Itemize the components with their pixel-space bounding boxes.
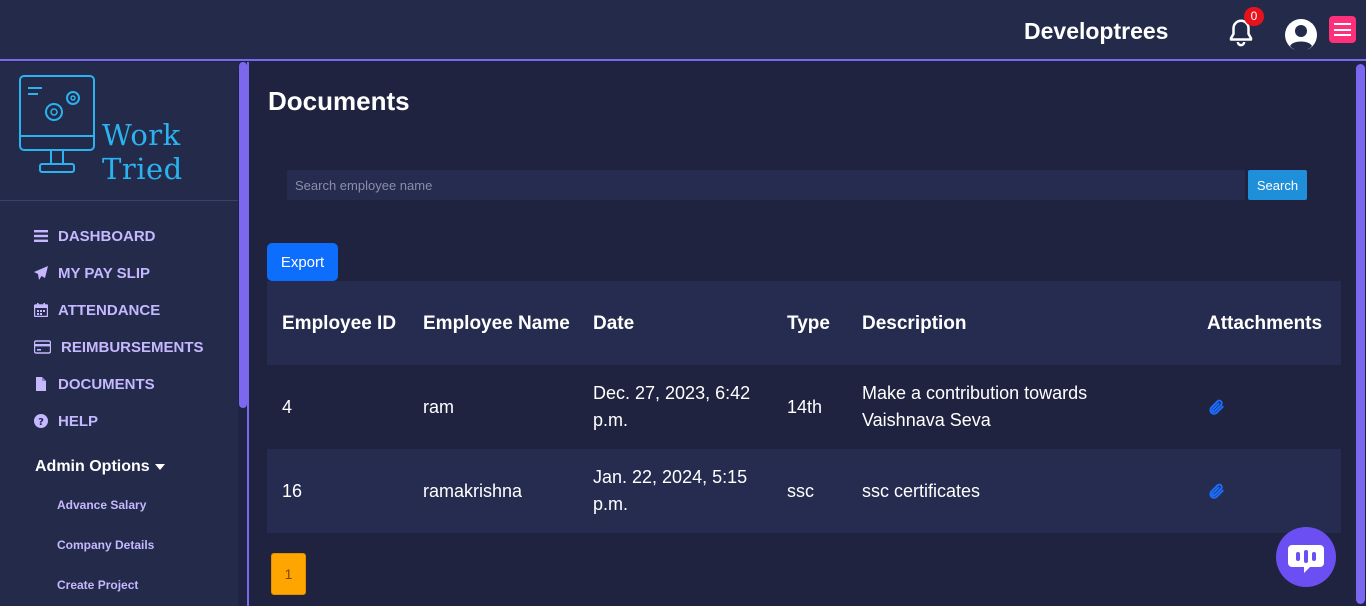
pagination-page-1[interactable]: 1 — [271, 553, 306, 595]
sidebar-border — [247, 62, 249, 606]
cell-employee-id: 4 — [282, 396, 293, 417]
sidebar-item-attendance[interactable]: ATTENDANCE — [34, 299, 160, 321]
svg-text:?: ? — [38, 417, 44, 428]
search-input[interactable] — [287, 170, 1245, 200]
search-button[interactable]: Search — [1248, 170, 1307, 200]
file-icon — [36, 377, 46, 391]
sidebar-item-label: DOCUMENTS — [58, 375, 155, 393]
user-avatar-icon[interactable] — [1284, 18, 1318, 52]
sidebar-item-reimbursements[interactable]: REIMBURSEMENTS — [34, 336, 204, 358]
monitor-gear-logo-icon — [19, 75, 95, 173]
cell-attachments — [1207, 365, 1341, 449]
notification-badge: 0 — [1244, 7, 1264, 26]
bars-icon — [34, 230, 48, 242]
main-scrollbar-thumb[interactable] — [1356, 64, 1365, 604]
paper-plane-icon — [34, 266, 48, 280]
sidebar-divider — [0, 200, 238, 201]
sidebar-item-documents[interactable]: DOCUMENTS — [34, 373, 155, 395]
sidebar: Work Tried DASHBOARD MY PAY SLIP ATTENDA… — [0, 62, 238, 606]
column-header-employee-id: Employee ID — [282, 312, 397, 334]
export-button[interactable]: Export — [267, 243, 338, 281]
chat-widget-button[interactable] — [1276, 527, 1336, 587]
chat-bubble-icon — [1288, 545, 1324, 573]
cell-date: Dec. 27, 2023, 6:42 p.m. — [593, 383, 751, 430]
company-logo[interactable]: Work Tried — [16, 74, 221, 186]
admin-options-toggle[interactable]: Admin Options — [35, 458, 165, 476]
logo-text: Work Tried — [102, 118, 183, 186]
cell-attachments — [1207, 449, 1341, 533]
sidebar-item-dashboard[interactable]: DASHBOARD — [34, 225, 156, 247]
cell-date: Jan. 22, 2024, 5:15 p.m. — [593, 467, 748, 514]
sidebar-item-label: REIMBURSEMENTS — [61, 338, 204, 356]
column-header-type: Type — [787, 312, 830, 334]
column-header-attachments: Attachments — [1207, 312, 1323, 334]
question-circle-icon: ? — [34, 414, 48, 428]
credit-card-icon — [34, 340, 51, 354]
cell-employee-id: 16 — [282, 480, 303, 501]
documents-table: Employee ID Employee Name Date Type Desc… — [267, 281, 1341, 533]
page-title: Documents — [268, 86, 410, 116]
calendar-icon — [34, 303, 48, 317]
column-header-employee-name: Employee Name — [423, 312, 570, 334]
caret-down-icon — [154, 464, 165, 470]
cell-type: ssc — [787, 480, 814, 501]
admin-options-label: Admin Options — [35, 458, 150, 475]
admin-item-company-details[interactable]: Company Details — [57, 538, 154, 552]
cell-type: 14th — [787, 396, 823, 417]
table-header: Employee ID Employee Name Date Type Desc… — [267, 281, 1341, 365]
sidebar-item-my-pay-slip[interactable]: MY PAY SLIP — [34, 262, 150, 284]
company-name: Developtrees — [1024, 18, 1169, 44]
top-navbar: Developtrees 0 — [0, 0, 1366, 61]
cell-employee-name: ramakrishna — [423, 480, 523, 501]
sidebar-item-label: MY PAY SLIP — [58, 264, 150, 282]
column-header-date: Date — [593, 312, 635, 334]
sidebar-item-help[interactable]: ? HELP — [34, 410, 98, 432]
admin-item-advance-salary[interactable]: Advance Salary — [57, 498, 146, 512]
paperclip-icon[interactable] — [1207, 398, 1225, 416]
menu-toggle-button[interactable] — [1329, 16, 1356, 43]
sidebar-item-label: HELP — [58, 412, 99, 430]
cell-description: ssc certificates — [862, 480, 981, 501]
sidebar-item-label: DASHBOARD — [58, 227, 156, 245]
paperclip-icon[interactable] — [1207, 482, 1225, 500]
table-row: 4 ram Dec. 27, 2023, 6:42 p.m. 14th Make… — [267, 365, 1341, 449]
sidebar-item-label: ATTENDANCE — [58, 301, 161, 319]
cell-description: Make a contribution towards Vaishnava Se… — [862, 383, 1088, 430]
cell-employee-name: ram — [423, 396, 454, 417]
admin-item-create-project[interactable]: Create Project — [57, 578, 138, 592]
sidebar-scrollbar-thumb[interactable] — [239, 62, 247, 408]
table-row: 16 ramakrishna Jan. 22, 2024, 5:15 p.m. … — [267, 449, 1341, 533]
column-header-description: Description — [862, 312, 967, 334]
